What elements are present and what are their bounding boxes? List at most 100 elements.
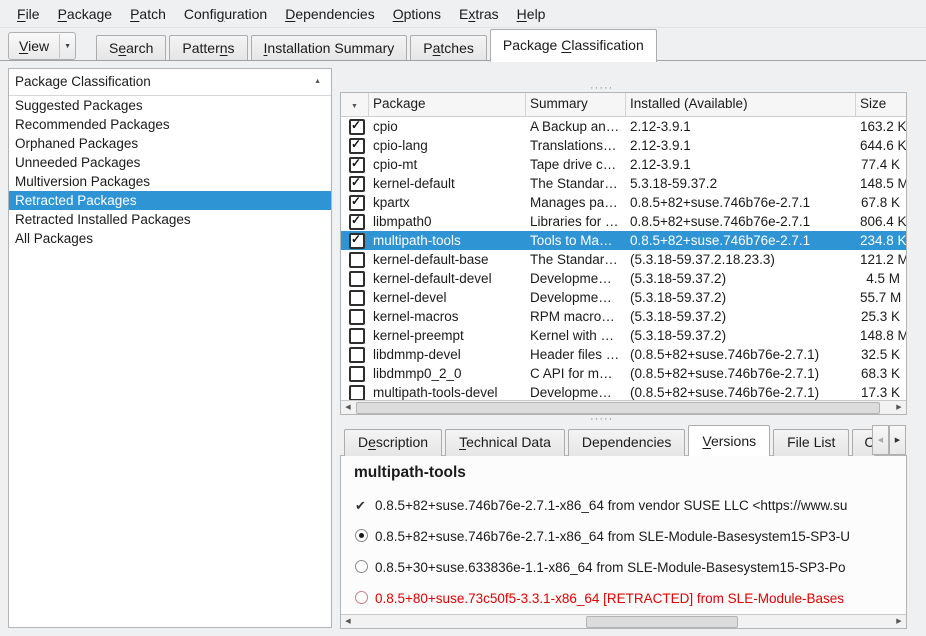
sidebar-item-recommended-packages[interactable]: Recommended Packages [9,115,331,134]
checkbox-checked[interactable]: ✓ [349,157,365,173]
checkbox-unchecked[interactable] [349,328,365,344]
label-text: ptions [404,6,441,22]
table-row[interactable]: ✓kernel-defaultThe Standar…5.3.18-59.37.… [341,174,906,193]
package-installed-version: 0.8.5+82+suse.746b76e-2.7.1 [626,231,856,250]
table-row[interactable]: kernel-default-baseThe Standar…(5.3.18-5… [341,250,906,269]
column-header-installed-available[interactable]: Installed (Available) [626,93,856,116]
splitter-handle-icon[interactable]: ····· [590,415,613,423]
menu-dependencies[interactable]: Dependencies [276,0,384,28]
table-row[interactable]: ✓libmpath0Libraries for …0.8.5+82+suse.7… [341,212,906,231]
menu-help[interactable]: Help [508,0,555,28]
panel-horizontal-scrollbar[interactable]: ◀ ▶ [341,614,906,628]
package-size: 121.2 M [856,250,906,269]
version-row[interactable]: 0.8.5+80+suse.73c50f5-3.3.1-x86_64 [RETR… [341,583,906,614]
column-header-size[interactable]: Size [856,93,906,116]
menu-file[interactable]: File [8,0,49,28]
tab-installation-summary[interactable]: Installation Summary [251,35,408,61]
table-row[interactable]: kernel-default-develDevelopme…(5.3.18-59… [341,269,906,288]
radio-unselected-icon[interactable] [355,560,375,576]
scroll-right-icon[interactable]: ▶ [892,616,906,628]
sidebar-item-all-packages[interactable]: All Packages [9,229,331,248]
scrollbar-thumb[interactable] [356,402,880,414]
table-row[interactable]: libdmmp-develHeader files …(0.8.5+82+sus… [341,345,906,364]
menu-extras[interactable]: Extras [450,0,508,28]
sidebar-header[interactable]: Package Classification ▲ [9,69,331,96]
checkbox-checked[interactable]: ✓ [349,233,365,249]
tab-search[interactable]: Search [96,35,166,61]
sidebar-item-retracted-packages[interactable]: Retracted Packages [9,191,331,210]
dropdown-arrow-icon[interactable]: ▼ [60,43,75,50]
version-row[interactable]: 0.8.5+82+suse.746b76e-2.7.1-x86_64 from … [341,521,906,552]
column-header-package[interactable]: Package [369,93,526,116]
checkbox-cell: ✓ [341,212,369,231]
checkbox-checked[interactable]: ✓ [349,119,365,135]
table-row[interactable]: ✓cpio-langTranslations…2.12-3.9.1644.6 K [341,136,906,155]
checkbox-unchecked[interactable] [349,290,365,306]
checkbox-checked[interactable]: ✓ [349,195,365,211]
checkbox-checked[interactable]: ✓ [349,176,365,192]
mnemonic-underline: V [702,433,711,449]
table-row[interactable]: kernel-macrosRPM macro…(5.3.18-59.37.2)2… [341,307,906,326]
checkbox-unchecked[interactable] [349,309,365,325]
sidebar-item-multiversion-packages[interactable]: Multiversion Packages [9,172,331,191]
sidebar-item-unneeded-packages[interactable]: Unneeded Packages [9,153,331,172]
table-row[interactable]: ✓kpartxManages pa…0.8.5+82+suse.746b76e-… [341,193,906,212]
menu-configuration[interactable]: Configuration [175,0,276,28]
table-row[interactable]: kernel-develDevelopme…(5.3.18-59.37.2)55… [341,288,906,307]
sidebar-item-orphaned-packages[interactable]: Orphaned Packages [9,134,331,153]
tab-package-classification[interactable]: Package Classification [490,29,657,62]
radio-unselected-icon[interactable] [355,591,375,607]
detail-tab-cha[interactable]: Cha [852,429,874,456]
radio-selected-icon[interactable] [355,529,375,545]
version-row[interactable]: 0.8.5+30+suse.633836e-1.1-x86_64 from SL… [341,552,906,583]
scroll-right-icon[interactable]: ▶ [892,402,906,414]
scroll-left-icon[interactable]: ◀ [341,402,355,414]
package-size: 644.6 K [856,136,906,155]
checkbox-unchecked[interactable] [349,271,365,287]
menu-package[interactable]: Package [49,0,122,28]
mnemonic-underline: D [285,6,295,22]
sidebar-item-suggested-packages[interactable]: Suggested Packages [9,96,331,115]
scrollbar-thumb[interactable] [586,616,738,628]
package-summary: Libraries for … [526,212,626,231]
checkbox-checked[interactable]: ✓ [349,214,365,230]
tab-patterns[interactable]: Patterns [169,35,247,61]
tab-scroll-left-icon[interactable]: ◀ [872,425,889,455]
menu-options[interactable]: Options [384,0,450,28]
version-row[interactable]: ✔0.8.5+82+suse.746b76e-2.7.1-x86_64 from… [341,490,906,521]
checkbox-unchecked[interactable] [349,366,365,382]
package-name: libmpath0 [369,212,526,231]
menu-patch[interactable]: Patch [121,0,175,28]
label-text: Dependencies [582,434,672,450]
version-list: ✔0.8.5+82+suse.746b76e-2.7.1-x86_64 from… [341,490,906,614]
tab-patches[interactable]: Patches [410,35,487,61]
package-summary: The Standar… [526,174,626,193]
table-row[interactable]: ✓cpioA Backup an…2.12-3.9.1163.2 K [341,117,906,136]
table-horizontal-scrollbar[interactable]: ◀ ▶ [341,400,906,414]
status-column-header[interactable]: ▼ [341,93,369,116]
table-row[interactable]: ✓cpio-mtTape drive c…2.12-3.9.177.4 K [341,155,906,174]
sort-ascending-icon[interactable]: ▲ [314,69,321,95]
checkbox-checked[interactable]: ✓ [349,138,365,154]
package-installed-version: (5.3.18-59.37.2) [626,307,856,326]
detail-tab-description[interactable]: Description [344,429,442,456]
table-row[interactable]: libdmmp0_2_0C API for m…(0.8.5+82+suse.7… [341,364,906,383]
menu-bar: FilePackagePatchConfigurationDependencie… [0,0,926,28]
detail-tab-versions[interactable]: Versions [688,425,770,456]
package-name: cpio-lang [369,136,526,155]
checkbox-unchecked[interactable] [349,347,365,363]
checkbox-unchecked[interactable] [349,252,365,268]
package-summary: Manages pa… [526,193,626,212]
detail-tab-dependencies[interactable]: Dependencies [568,429,686,456]
table-row[interactable]: ✓multipath-toolsTools to Ma…0.8.5+82+sus… [341,231,906,250]
tab-scroll-right-icon[interactable]: ▶ [889,425,906,455]
splitter-handle-icon[interactable]: ····· [590,84,613,92]
detail-tab-file-list[interactable]: File List [773,429,849,456]
package-installed-version: (5.3.18-59.37.2) [626,288,856,307]
table-row[interactable]: kernel-preemptKernel with …(5.3.18-59.37… [341,326,906,345]
detail-tab-technical-data[interactable]: Technical Data [445,429,565,456]
view-button[interactable]: View ▼ [8,32,76,60]
sidebar-item-retracted-installed-packages[interactable]: Retracted Installed Packages [9,210,331,229]
column-header-summary[interactable]: Summary [526,93,626,116]
scroll-left-icon[interactable]: ◀ [341,616,355,628]
